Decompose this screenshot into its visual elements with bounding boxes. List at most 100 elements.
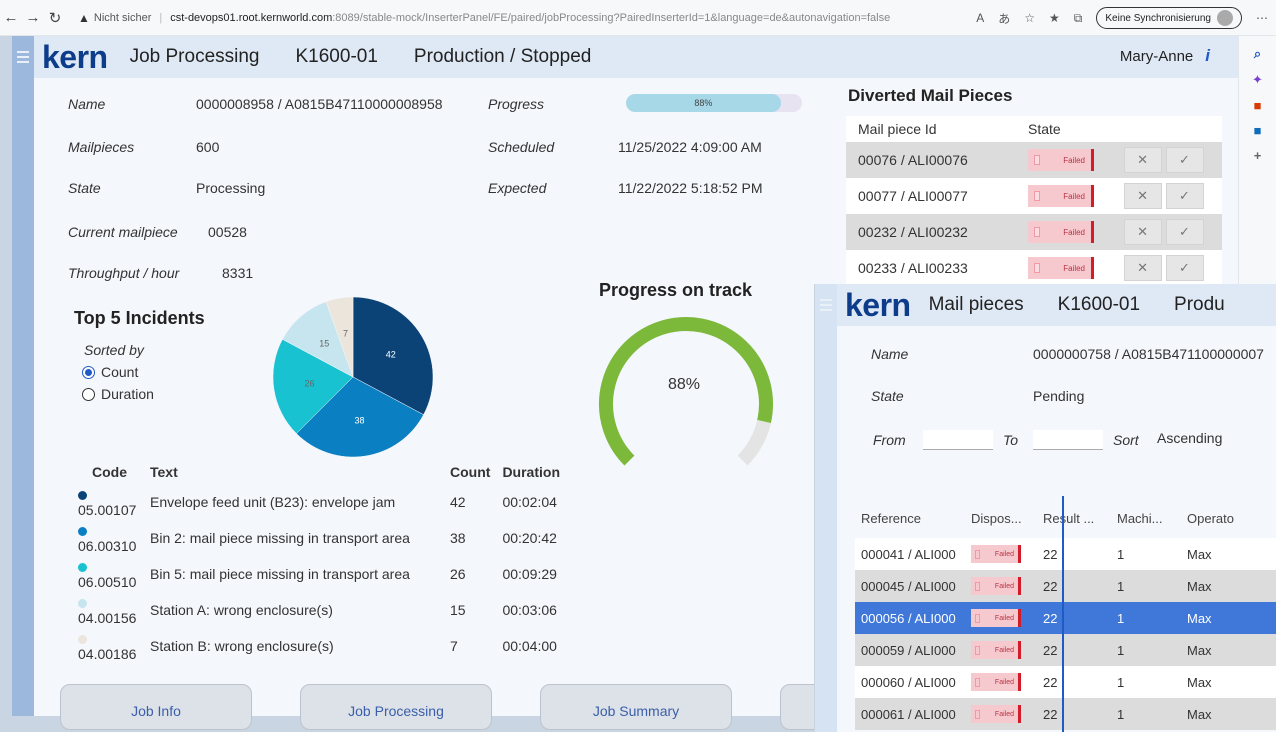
- mail-piece-row[interactable]: 000061 / ALI000 Failed 22 1 Max: [855, 698, 1276, 730]
- current-mailpiece-label: Current mailpiece: [68, 224, 178, 240]
- diverted-row[interactable]: 00233 / ALI00233 Failed ✕ ✓: [846, 250, 1222, 286]
- collections-icon[interactable]: ⧉: [1074, 11, 1083, 26]
- diverted-table: Mail piece Id State 00076 / ALI00076 Fail…: [846, 116, 1222, 286]
- mp-operator: Max: [1181, 570, 1276, 602]
- reject-button[interactable]: ✕: [1123, 183, 1162, 209]
- sorted-by-label: Sorted by: [84, 342, 144, 358]
- copilot-icon[interactable]: ✦: [1239, 72, 1276, 88]
- incident-text: Envelope feed unit (B23): envelope jam: [150, 494, 396, 510]
- mail-piece-row[interactable]: 000041 / ALI000 Failed 22 1 Max: [855, 538, 1276, 570]
- mp-disposition: Failed: [965, 602, 1037, 634]
- failed-badge: Failed: [971, 641, 1021, 659]
- tab-job-summary[interactable]: Job Summary: [540, 684, 732, 730]
- mp-reference: 000056 / ALI000: [855, 602, 965, 634]
- sort-duration-radio[interactable]: Duration: [82, 386, 154, 402]
- sort-select[interactable]: Ascending: [1157, 430, 1222, 446]
- reject-button[interactable]: ✕: [1123, 255, 1162, 281]
- sync-label: Keine Synchronisierung: [1105, 12, 1211, 24]
- mp-disposition: Failed: [965, 570, 1037, 602]
- search-icon[interactable]: ⌕: [1239, 46, 1276, 62]
- series-dot-icon: [78, 634, 87, 644]
- incident-count: 26: [450, 566, 466, 582]
- menu-icon[interactable]: [12, 36, 34, 78]
- incidents-header-row: Code Text Count Duration: [72, 460, 566, 484]
- outlook-icon[interactable]: ■: [1239, 123, 1276, 138]
- col-reference[interactable]: Reference: [855, 498, 965, 538]
- col-operator[interactable]: Operato: [1181, 498, 1276, 538]
- mp-machine: 1: [1111, 698, 1181, 730]
- state-square-icon: [1034, 227, 1040, 237]
- failed-badge: Failed: [1028, 257, 1094, 279]
- col-machine[interactable]: Machi...: [1111, 498, 1181, 538]
- diverted-row[interactable]: 00077 / ALI00077 Failed ✕ ✓: [846, 178, 1222, 214]
- incident-duration: 00:20:42: [502, 530, 557, 546]
- accept-button[interactable]: ✓: [1165, 183, 1204, 209]
- mp-disposition: Failed: [965, 538, 1037, 570]
- accept-button[interactable]: ✓: [1165, 147, 1204, 173]
- overlay-state-value: Pending: [1033, 388, 1085, 404]
- mail-piece-row[interactable]: 000045 / ALI000 Failed 22 1 Max: [855, 570, 1276, 602]
- mp-result: 22: [1037, 634, 1111, 666]
- favorites-icon[interactable]: ★: [1049, 11, 1060, 25]
- mp-machine: 1: [1111, 538, 1181, 570]
- sort-count-radio[interactable]: Count: [82, 364, 138, 380]
- mail-piece-row[interactable]: 000059 / ALI000 Failed 22 1 Max: [855, 634, 1276, 666]
- office-icon[interactable]: ■: [1239, 98, 1276, 113]
- failed-badge: Failed: [971, 545, 1021, 563]
- col-result[interactable]: Result ...: [1037, 498, 1111, 538]
- incident-row: 06.00310 Bin 2: mail piece missing in tra…: [72, 520, 566, 556]
- failed-label: Failed: [994, 582, 1014, 590]
- back-icon[interactable]: ←: [0, 9, 22, 26]
- profile-avatar: [1217, 10, 1233, 26]
- url-path: :8089/stable-mock/InserterPanel/FE/paire…: [332, 11, 891, 24]
- overlay-header: kern Mail pieces K1600-01 Produ: [815, 284, 1276, 326]
- reload-icon[interactable]: ↻: [44, 9, 66, 27]
- more-icon[interactable]: ⋯: [1256, 11, 1268, 25]
- reject-button[interactable]: ✕: [1123, 219, 1162, 245]
- accept-button[interactable]: ✓: [1165, 255, 1204, 281]
- sync-button[interactable]: Keine Synchronisierung: [1096, 7, 1242, 29]
- diverted-actions: ✕ ✓: [1111, 178, 1222, 214]
- overlay-title: Mail pieces: [928, 294, 1024, 315]
- state-square-icon: [975, 645, 980, 655]
- mp-operator: Max: [1181, 538, 1276, 570]
- tab-job-processing[interactable]: Job Processing: [300, 684, 492, 730]
- browser-actions: A あ ☆ ★ ⧉ Keine Synchronisierung ⋯: [976, 7, 1268, 29]
- failed-badge: Failed: [1028, 149, 1094, 171]
- add-icon[interactable]: +: [1239, 148, 1276, 163]
- accept-button[interactable]: ✓: [1165, 219, 1204, 245]
- column-resize-handle[interactable]: [1062, 496, 1064, 732]
- mp-reference: 000041 / ALI000: [855, 538, 965, 570]
- col-state: State: [1016, 116, 1112, 142]
- incident-duration: 00:03:06: [502, 602, 557, 618]
- to-input[interactable]: [1033, 430, 1103, 450]
- mailpieces-value: 600: [196, 139, 220, 155]
- info-icon[interactable]: i: [1205, 46, 1210, 66]
- failed-label: Failed: [994, 646, 1014, 654]
- translate-icon[interactable]: あ: [998, 10, 1010, 27]
- throughput-value: 8331: [222, 265, 254, 281]
- col-disposition[interactable]: Dispos...: [965, 498, 1037, 538]
- mail-piece-row[interactable]: 000056 / ALI000 Failed 22 1 Max: [855, 602, 1276, 634]
- pie-slice-label: 42: [386, 349, 396, 359]
- diverted-row[interactable]: 00232 / ALI00232 Failed ✕ ✓: [846, 214, 1222, 250]
- from-input[interactable]: [923, 430, 993, 450]
- tab-job-info[interactable]: Job Info: [60, 684, 252, 730]
- mp-result: 22: [1037, 666, 1111, 698]
- diverted-row[interactable]: 00076 / ALI00076 Failed ✕ ✓: [846, 142, 1222, 178]
- user-name[interactable]: Mary-Anne: [1120, 48, 1193, 65]
- failed-label: Failed: [994, 678, 1014, 686]
- mp-machine: 1: [1111, 602, 1181, 634]
- incident-code: 04.00156: [72, 592, 144, 628]
- state-square-icon: [1034, 155, 1040, 165]
- address-bar[interactable]: ▲ Nicht sicher | cst-devops01.root.kernw…: [78, 11, 890, 25]
- mp-reference: 000061 / ALI000: [855, 698, 965, 730]
- radio-checked-icon: [82, 365, 95, 379]
- overlay-menu-icon[interactable]: [815, 284, 837, 326]
- reject-button[interactable]: ✕: [1123, 147, 1162, 173]
- mail-piece-row[interactable]: 000060 / ALI000 Failed 22 1 Max: [855, 666, 1276, 698]
- favorite-add-icon[interactable]: ☆: [1024, 11, 1035, 25]
- read-aloud-icon[interactable]: A: [976, 11, 984, 25]
- col-duration: Duration: [502, 464, 560, 480]
- forward-icon[interactable]: →: [22, 9, 44, 26]
